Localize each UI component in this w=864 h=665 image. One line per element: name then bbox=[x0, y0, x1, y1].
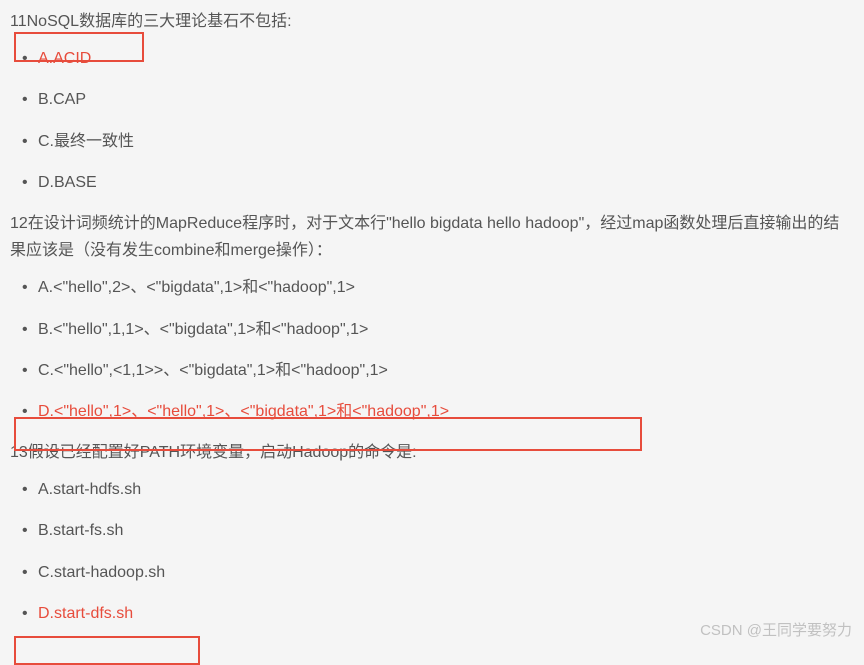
option-b: B.CAP bbox=[38, 86, 854, 113]
option-c: C.<"hello",<1,1>>、<"bigdata",1>和<"hadoop… bbox=[38, 357, 854, 384]
options-list: A.<"hello",2>、<"bigdata",1>和<"hadoop",1>… bbox=[10, 274, 854, 425]
answer-highlight-box bbox=[14, 636, 200, 665]
question-text: 12在设计词频统计的MapReduce程序时，对于文本行"hello bigda… bbox=[10, 210, 854, 264]
question-text: 13假设已经配置好PATH环境变量，启动Hadoop的命令是: bbox=[10, 439, 854, 466]
question-13: 13假设已经配置好PATH环境变量，启动Hadoop的命令是: A.start-… bbox=[10, 439, 854, 627]
option-b: B.start-fs.sh bbox=[38, 517, 854, 544]
question-text: 11NoSQL数据库的三大理论基石不包括: bbox=[10, 8, 854, 35]
options-list: A.start-hdfs.sh B.start-fs.sh C.start-ha… bbox=[10, 476, 854, 627]
option-a: A.<"hello",2>、<"bigdata",1>和<"hadoop",1> bbox=[38, 274, 854, 301]
options-list: A.ACID B.CAP C.最终一致性 D.BASE bbox=[10, 45, 854, 196]
option-d: D.<"hello",1>、<"hello",1>、<"bigdata",1>和… bbox=[38, 398, 854, 425]
question-11: 11NoSQL数据库的三大理论基石不包括: A.ACID B.CAP C.最终一… bbox=[10, 8, 854, 196]
question-12: 12在设计词频统计的MapReduce程序时，对于文本行"hello bigda… bbox=[10, 210, 854, 425]
option-a: A.ACID bbox=[38, 45, 854, 72]
option-d: D.start-dfs.sh bbox=[38, 600, 854, 627]
option-c: C.start-hadoop.sh bbox=[38, 559, 854, 586]
option-b: B.<"hello",1,1>、<"bigdata",1>和<"hadoop",… bbox=[38, 316, 854, 343]
option-c: C.最终一致性 bbox=[38, 128, 854, 155]
option-d: D.BASE bbox=[38, 169, 854, 196]
option-a: A.start-hdfs.sh bbox=[38, 476, 854, 503]
